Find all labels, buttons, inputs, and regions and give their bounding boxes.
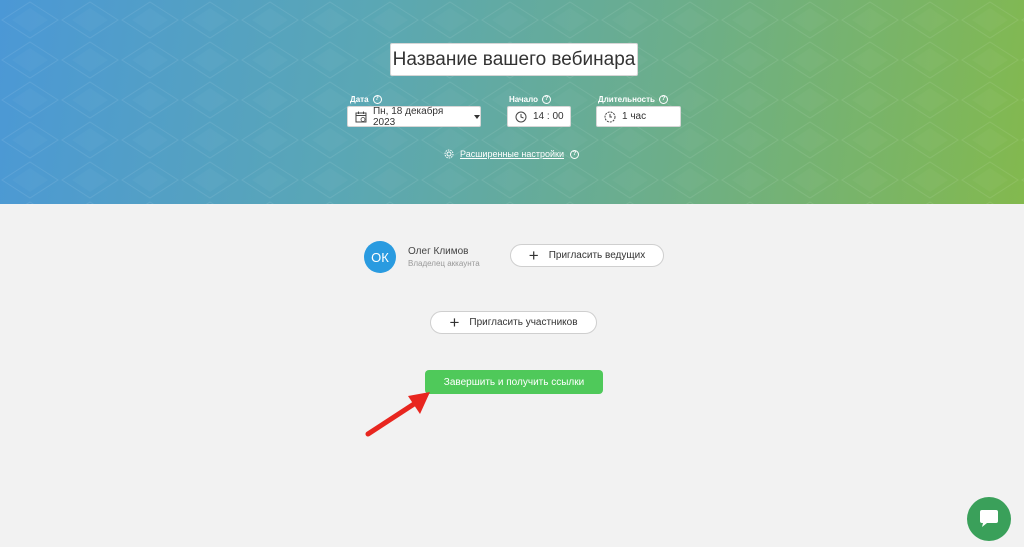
date-picker[interactable]: Пн, 18 декабря 2023 <box>347 105 481 128</box>
duration-label-text: Длительность <box>598 95 655 104</box>
duration-value: 1 час <box>622 111 647 122</box>
help-icon[interactable]: ? <box>569 149 579 159</box>
help-icon[interactable]: ? <box>658 95 668 104</box>
host-card: ОК Олег Климов Владелец аккаунта <box>364 241 480 273</box>
help-icon[interactable]: ? <box>541 95 551 104</box>
host-info: Олег Климов Владелец аккаунта <box>408 246 480 268</box>
calendar-icon <box>355 111 367 122</box>
advanced-settings-link[interactable]: Расширенные настройки <box>460 149 564 159</box>
invite-hosts-label: Пригласить ведущих <box>548 250 646 261</box>
header-banner: Название вашего вебинара Дата ? Пн, 18 д… <box>0 0 1024 204</box>
date-label-text: Дата <box>350 95 369 104</box>
start-label: Начало ? <box>509 95 551 104</box>
advanced-settings: Расширенные настройки ? <box>444 149 579 159</box>
chat-button[interactable] <box>967 497 1011 541</box>
start-label-text: Начало <box>509 95 538 104</box>
webinar-title-input[interactable]: Название вашего вебинара <box>390 43 638 76</box>
help-icon[interactable]: ? <box>372 95 382 104</box>
clock-icon <box>515 111 527 122</box>
gear-icon <box>444 149 454 159</box>
start-time-input[interactable]: 14 : 00 <box>507 106 571 127</box>
arrow-annotation <box>365 392 430 437</box>
date-label: Дата ? <box>350 95 382 104</box>
start-time-value: 14 : 00 <box>533 111 564 122</box>
duration-input[interactable]: 1 час <box>596 106 681 127</box>
invite-hosts-button[interactable]: + Пригласить ведущих <box>510 244 664 267</box>
chevron-down-icon <box>474 114 480 119</box>
timer-icon <box>604 111 616 122</box>
date-value: Пн, 18 декабря 2023 <box>372 105 444 128</box>
finish-and-get-links-button[interactable]: Завершить и получить ссылки <box>425 370 603 394</box>
duration-label: Длительность ? <box>598 95 668 104</box>
plus-icon: + <box>528 246 539 265</box>
plus-icon: + <box>449 313 460 332</box>
chat-icon <box>980 510 998 527</box>
invite-participants-button[interactable]: + Пригласить участников <box>430 311 597 334</box>
invite-participants-label: Пригласить участников <box>469 317 578 328</box>
host-name: Олег Климов <box>408 246 469 257</box>
avatar: ОК <box>364 241 396 273</box>
host-role: Владелец аккаунта <box>408 259 480 268</box>
